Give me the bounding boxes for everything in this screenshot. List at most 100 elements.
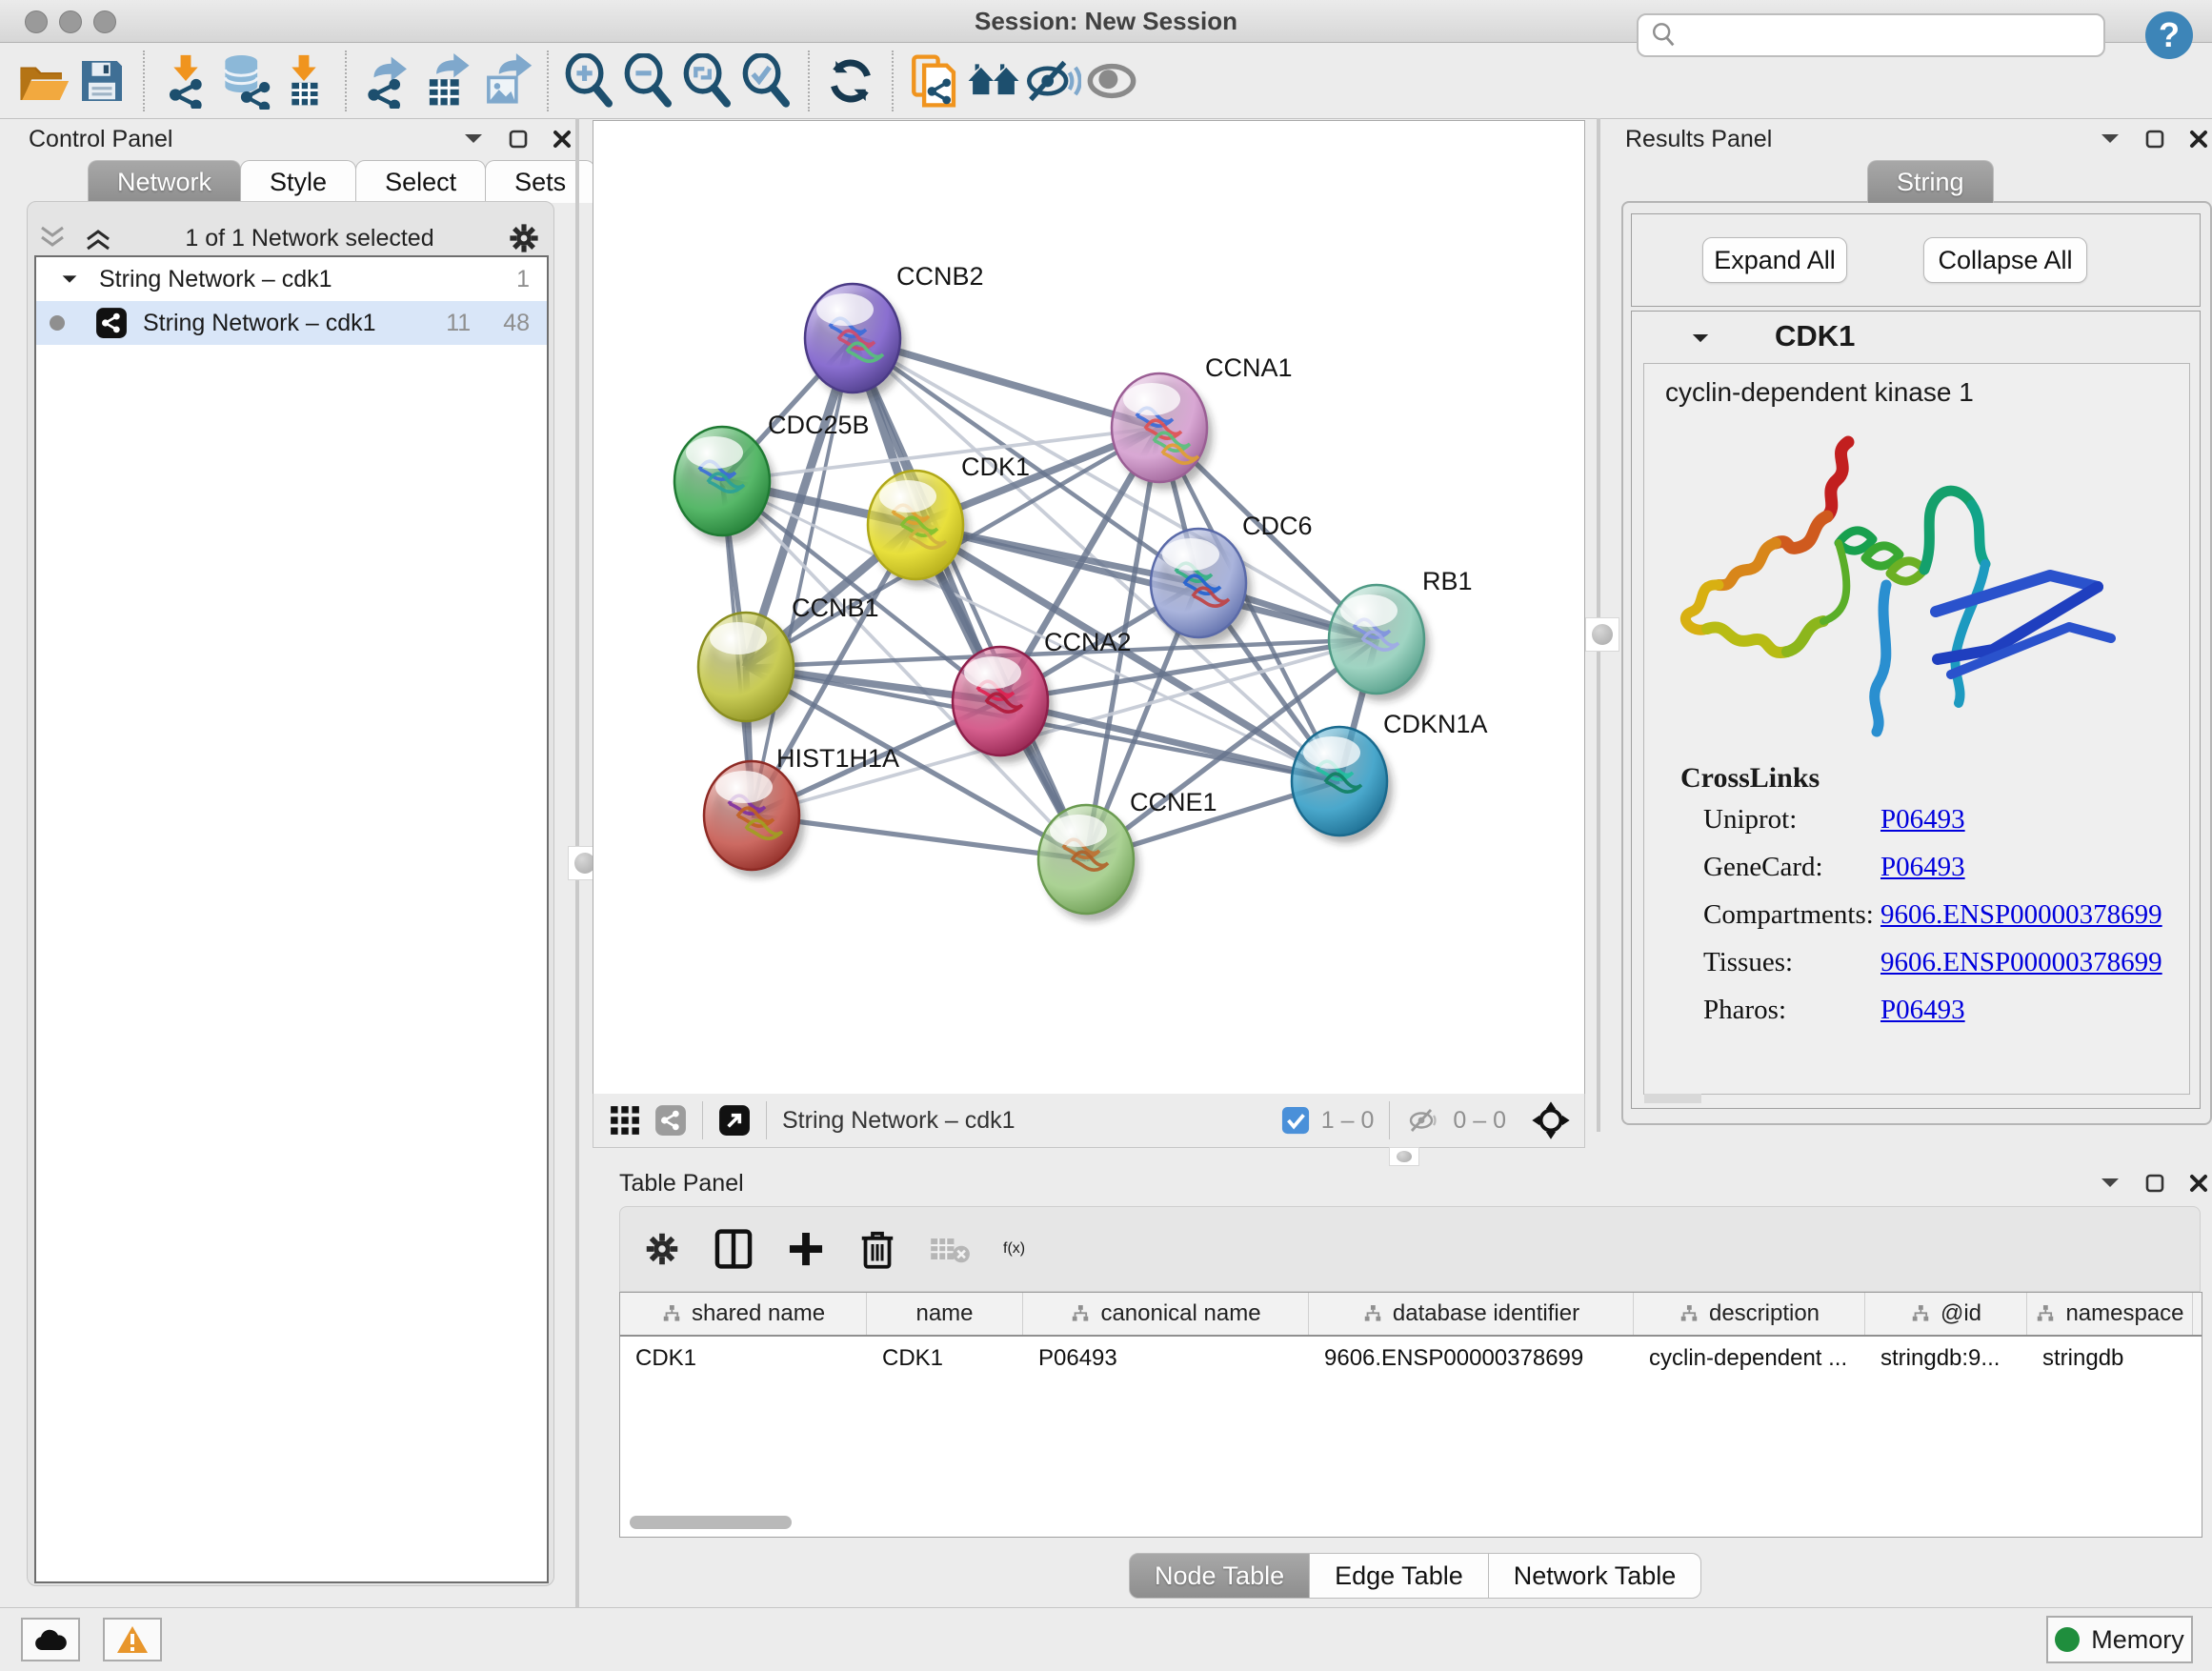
select-columns-icon[interactable] — [714, 1228, 754, 1270]
table-hscrollbar[interactable] — [630, 1516, 792, 1529]
expand-all-icon[interactable] — [84, 226, 112, 251]
column-header--id[interactable]: @id — [1865, 1293, 2027, 1335]
tab-style[interactable]: Style — [240, 160, 356, 203]
add-column-icon[interactable] — [786, 1229, 826, 1269]
entry-collapse-icon[interactable] — [1691, 332, 1710, 345]
network-node-HIST1H1A[interactable]: HIST1H1A — [704, 744, 899, 877]
expand-all-button[interactable]: Expand All — [1702, 237, 1847, 283]
network-node-CCNB2[interactable]: CCNB2 — [805, 262, 984, 400]
network-node-CCNA1[interactable]: CCNA1 — [1112, 353, 1293, 490]
column-header-name[interactable]: name — [867, 1293, 1023, 1335]
table-cell[interactable]: CDK1 — [867, 1337, 1023, 1380]
toolbar-separator — [892, 50, 894, 111]
export-image-button[interactable] — [476, 51, 535, 111]
crosslink-link[interactable]: P06493 — [1880, 852, 1965, 883]
node-label: HIST1H1A — [776, 744, 899, 773]
network-node-CDKN1A[interactable]: CDKN1A — [1292, 710, 1488, 843]
network-canvas[interactable]: CCNB2CCNA1CDC25BCDK1CDC6RB1CCNB1CCNA2CDK… — [593, 120, 1585, 1096]
export-network-icon — [360, 53, 415, 109]
collapse-all-icon[interactable] — [38, 226, 67, 251]
bottom-splitter-handle[interactable] — [1389, 1147, 1419, 1166]
toolbar-separator — [143, 50, 145, 111]
zoom-fit-button[interactable] — [678, 51, 737, 111]
crosslink-link[interactable]: P06493 — [1880, 995, 1965, 1026]
column-header-database-identifier[interactable]: database identifier — [1309, 1293, 1634, 1335]
results-hscroll[interactable] — [1644, 1094, 1701, 1103]
import-table-button[interactable] — [274, 51, 333, 111]
eye-slash-icon — [1024, 52, 1081, 110]
table-cell[interactable]: P06493 — [1023, 1337, 1309, 1380]
table-cell[interactable]: stringdb:9... — [1865, 1337, 2027, 1380]
import-network-from-database-button[interactable] — [215, 51, 274, 111]
cloud-status-button[interactable] — [21, 1618, 80, 1661]
collapse-panel-icon[interactable] — [463, 132, 484, 146]
network-badge-gray-icon[interactable] — [654, 1104, 687, 1137]
network-node-CDC6[interactable]: CDC6 — [1151, 512, 1313, 645]
refresh-button[interactable] — [821, 51, 880, 111]
selected-checkbox-icon[interactable] — [1281, 1106, 1310, 1135]
clone-network-button[interactable] — [905, 51, 964, 111]
tab-select[interactable]: Select — [355, 160, 486, 203]
network-collection-row[interactable]: String Network – cdk1 1 — [36, 257, 547, 301]
float-panel-icon[interactable] — [2145, 130, 2164, 149]
open-session-button[interactable] — [13, 51, 72, 111]
table-cell[interactable]: cyclin-dependent ... — [1634, 1337, 1865, 1380]
hide-unhide-button[interactable] — [1023, 51, 1082, 111]
warning-status-button[interactable] — [103, 1618, 162, 1661]
network-node-RB1[interactable]: RB1 — [1329, 567, 1473, 701]
tree-expand-icon[interactable] — [61, 273, 78, 286]
selected-node-edge-counts: 1 – 0 — [1321, 1107, 1375, 1135]
tab-network[interactable]: Network — [88, 160, 241, 203]
collapse-all-button[interactable]: Collapse All — [1923, 237, 2087, 283]
network-row-selected[interactable]: String Network – cdk1 11 48 — [36, 301, 547, 345]
tab-network-table[interactable]: Network Table — [1488, 1553, 1702, 1599]
crosslink-link[interactable]: P06493 — [1880, 804, 1965, 836]
column-header-shared-name[interactable]: shared name — [620, 1293, 867, 1335]
delete-column-icon[interactable] — [858, 1228, 896, 1270]
crosslink-link[interactable]: 9606.ENSP00000378699 — [1880, 899, 2162, 931]
show-graphics-button[interactable] — [1082, 51, 1141, 111]
fit-selected-crosshair-icon[interactable] — [1531, 1100, 1571, 1140]
hidden-eye-slash-icon — [1405, 1105, 1443, 1136]
close-panel-icon[interactable] — [553, 130, 572, 149]
network-edge[interactable] — [915, 525, 1377, 639]
zoom-in-button[interactable] — [560, 51, 619, 111]
open-in-window-icon[interactable] — [718, 1104, 751, 1137]
search-field[interactable] — [1637, 13, 2105, 57]
memory-button[interactable]: Memory — [2046, 1616, 2193, 1663]
network-node-CDK1[interactable]: CDK1 — [868, 453, 1030, 587]
homes-button[interactable] — [964, 51, 1023, 111]
collapse-panel-icon[interactable] — [2100, 1177, 2121, 1190]
table-cell[interactable]: stringdb — [2027, 1337, 2193, 1380]
birdseye-grid-icon[interactable] — [609, 1104, 641, 1137]
results-tab-string[interactable]: String — [1867, 160, 1994, 203]
save-session-button[interactable] — [72, 51, 131, 111]
collapse-panel-icon[interactable] — [2100, 132, 2121, 146]
network-edge[interactable] — [853, 338, 1086, 859]
help-button[interactable]: ? — [2145, 11, 2193, 59]
table-row[interactable]: CDK1CDK1P064939606.ENSP00000378699cyclin… — [620, 1337, 2202, 1380]
gear-icon[interactable] — [507, 221, 541, 255]
right-splitter-handle[interactable] — [1585, 617, 1619, 652]
crosslink-link[interactable]: 9606.ENSP00000378699 — [1880, 947, 2162, 978]
float-panel-icon[interactable] — [2145, 1174, 2164, 1193]
database-icon — [216, 52, 273, 110]
tab-node-table[interactable]: Node Table — [1129, 1553, 1310, 1599]
table-cell[interactable]: CDK1 — [620, 1337, 867, 1380]
zoom-out-button[interactable] — [619, 51, 678, 111]
column-header-namespace[interactable]: namespace — [2027, 1293, 2193, 1335]
import-network-button[interactable] — [156, 51, 215, 111]
tab-edge-table[interactable]: Edge Table — [1309, 1553, 1489, 1599]
export-table-button[interactable] — [417, 51, 476, 111]
export-network-button[interactable] — [358, 51, 417, 111]
close-panel-icon[interactable] — [2189, 130, 2208, 149]
network-graph[interactable]: CCNB2CCNA1CDC25BCDK1CDC6RB1CCNB1CCNA2CDK… — [593, 121, 1584, 1095]
table-panel-window-controls — [2100, 1174, 2208, 1193]
column-header-description[interactable]: description — [1634, 1293, 1865, 1335]
zoom-selected-button[interactable] — [737, 51, 796, 111]
table-gear-icon[interactable] — [643, 1230, 681, 1268]
column-header-canonical-name[interactable]: canonical name — [1023, 1293, 1309, 1335]
float-panel-icon[interactable] — [509, 130, 528, 149]
close-panel-icon[interactable] — [2189, 1174, 2208, 1193]
table-cell[interactable]: 9606.ENSP00000378699 — [1309, 1337, 1634, 1380]
